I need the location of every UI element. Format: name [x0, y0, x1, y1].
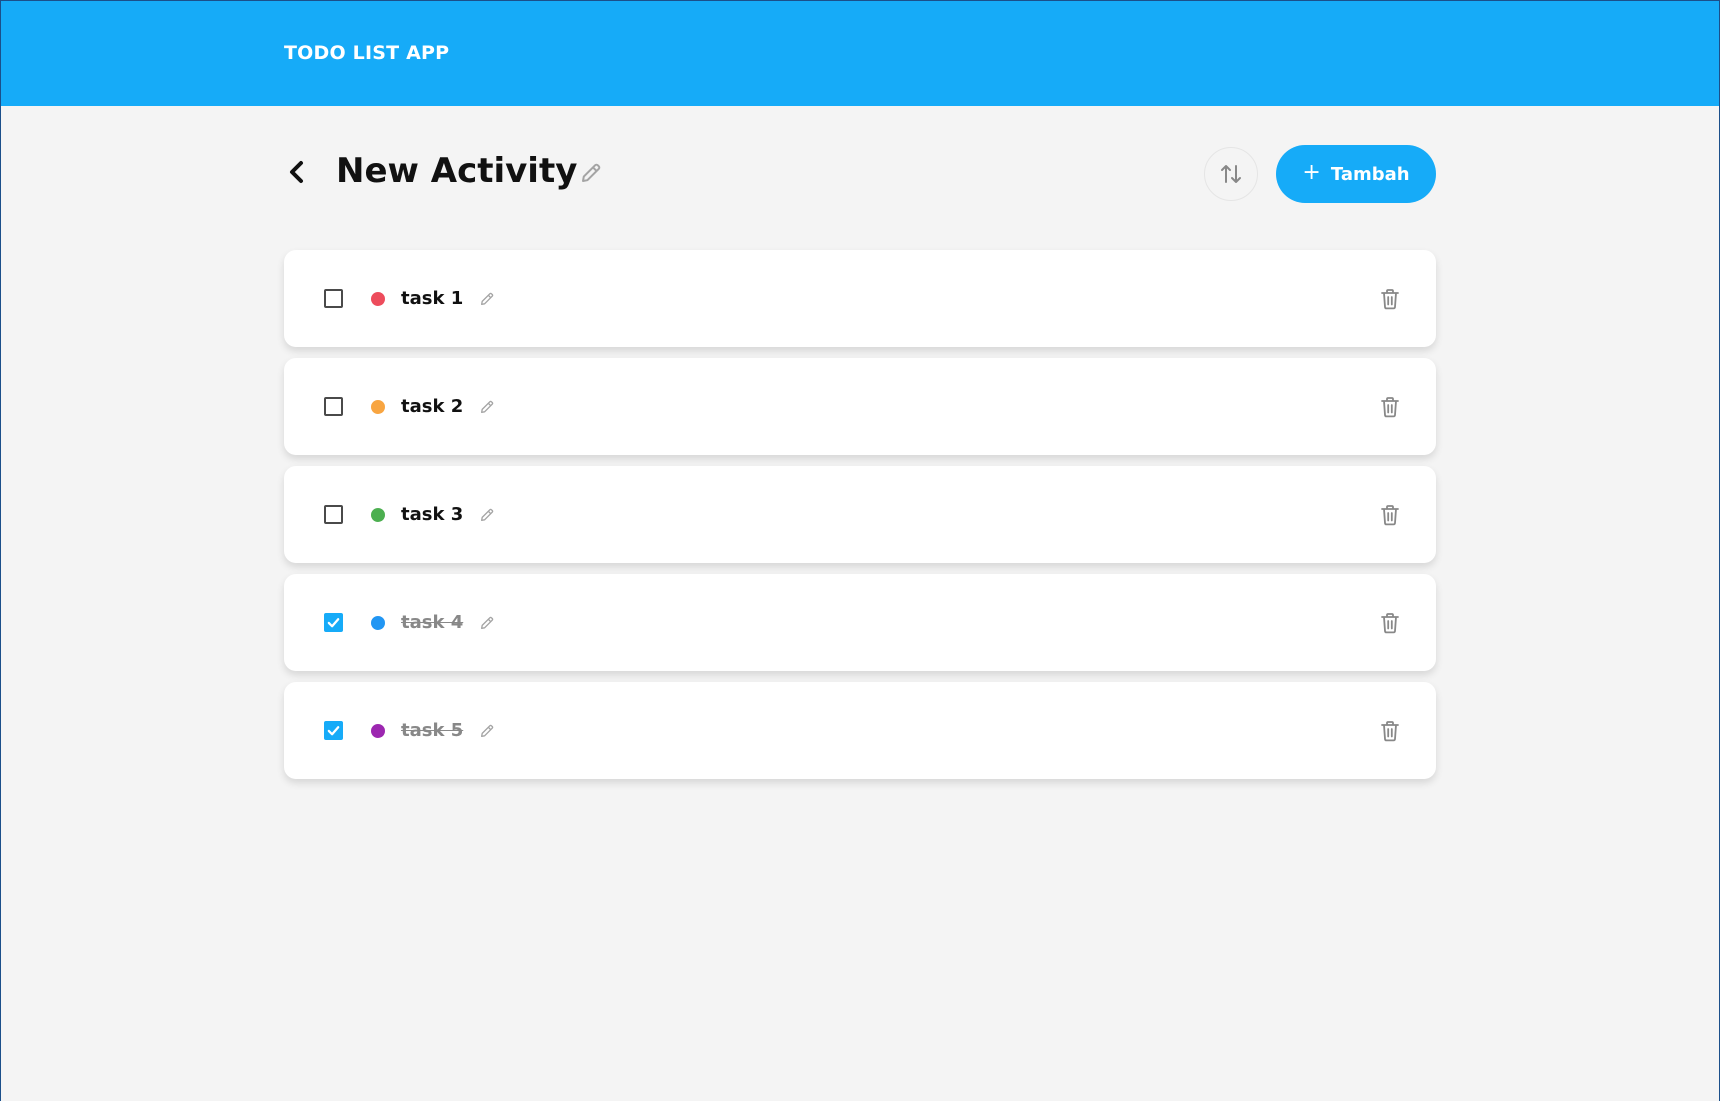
activity-detail: New Activity + Tambah task 1 task 2 task…	[284, 106, 1436, 779]
todo-item: task 5	[284, 682, 1436, 779]
app-window: TODO LIST APP New Activity + Tambah task…	[0, 0, 1720, 1101]
todo-title: task 5	[401, 719, 464, 741]
activity-title-row: New Activity + Tambah	[284, 106, 1436, 244]
delete-todo-button[interactable]	[1378, 395, 1402, 419]
todo-checkbox[interactable]	[324, 397, 343, 416]
add-button-label: Tambah	[1330, 163, 1410, 185]
trash-icon	[1381, 612, 1399, 633]
priority-indicator	[371, 399, 385, 414]
todo-checkbox[interactable]	[324, 613, 343, 632]
todo-item: task 2	[284, 358, 1436, 455]
edit-title-button[interactable]	[578, 160, 604, 186]
todo-list: task 1 task 2 task 3 task 4 task 5	[284, 250, 1436, 779]
todo-checkbox[interactable]	[324, 289, 343, 308]
app-title: TODO LIST APP	[284, 41, 450, 64]
sort-arrows-icon	[1221, 165, 1241, 183]
pencil-icon	[481, 400, 494, 413]
trash-icon	[1381, 504, 1399, 525]
todo-title: task 4	[401, 611, 464, 633]
pencil-icon	[481, 724, 494, 737]
todo-item: task 3	[284, 466, 1436, 563]
priority-indicator	[371, 291, 385, 306]
delete-todo-button[interactable]	[1378, 719, 1402, 743]
trash-icon	[1381, 396, 1399, 417]
pencil-icon	[481, 508, 494, 521]
trash-icon	[1381, 720, 1399, 741]
todo-item: task 4	[284, 574, 1436, 671]
checkmark-icon	[327, 618, 340, 628]
todo-title: task 2	[401, 395, 464, 417]
todo-title: task 3	[401, 503, 464, 525]
delete-todo-button[interactable]	[1378, 287, 1402, 311]
edit-todo-button[interactable]	[477, 289, 497, 309]
priority-indicator	[371, 507, 385, 522]
todo-title: task 1	[401, 287, 464, 309]
priority-indicator	[371, 723, 385, 738]
sort-button[interactable]	[1204, 147, 1258, 201]
page-title[interactable]: New Activity	[336, 148, 577, 194]
pencil-icon	[481, 292, 494, 305]
edit-todo-button[interactable]	[477, 613, 497, 633]
edit-todo-button[interactable]	[477, 505, 497, 525]
chevron-left-icon	[290, 161, 303, 183]
checkmark-icon	[327, 726, 340, 736]
delete-todo-button[interactable]	[1378, 611, 1402, 635]
edit-todo-button[interactable]	[477, 721, 497, 741]
trash-icon	[1381, 288, 1399, 309]
edit-todo-button[interactable]	[477, 397, 497, 417]
todo-checkbox[interactable]	[324, 721, 343, 740]
pencil-icon	[481, 616, 494, 629]
plus-icon: +	[1302, 160, 1321, 185]
pencil-icon	[582, 163, 601, 182]
delete-todo-button[interactable]	[1378, 503, 1402, 527]
back-button[interactable]	[284, 158, 310, 186]
todo-checkbox[interactable]	[324, 505, 343, 524]
priority-indicator	[371, 615, 385, 630]
app-header: TODO LIST APP	[1, 0, 1719, 106]
add-button[interactable]: + Tambah	[1276, 145, 1436, 203]
todo-item: task 1	[284, 250, 1436, 347]
